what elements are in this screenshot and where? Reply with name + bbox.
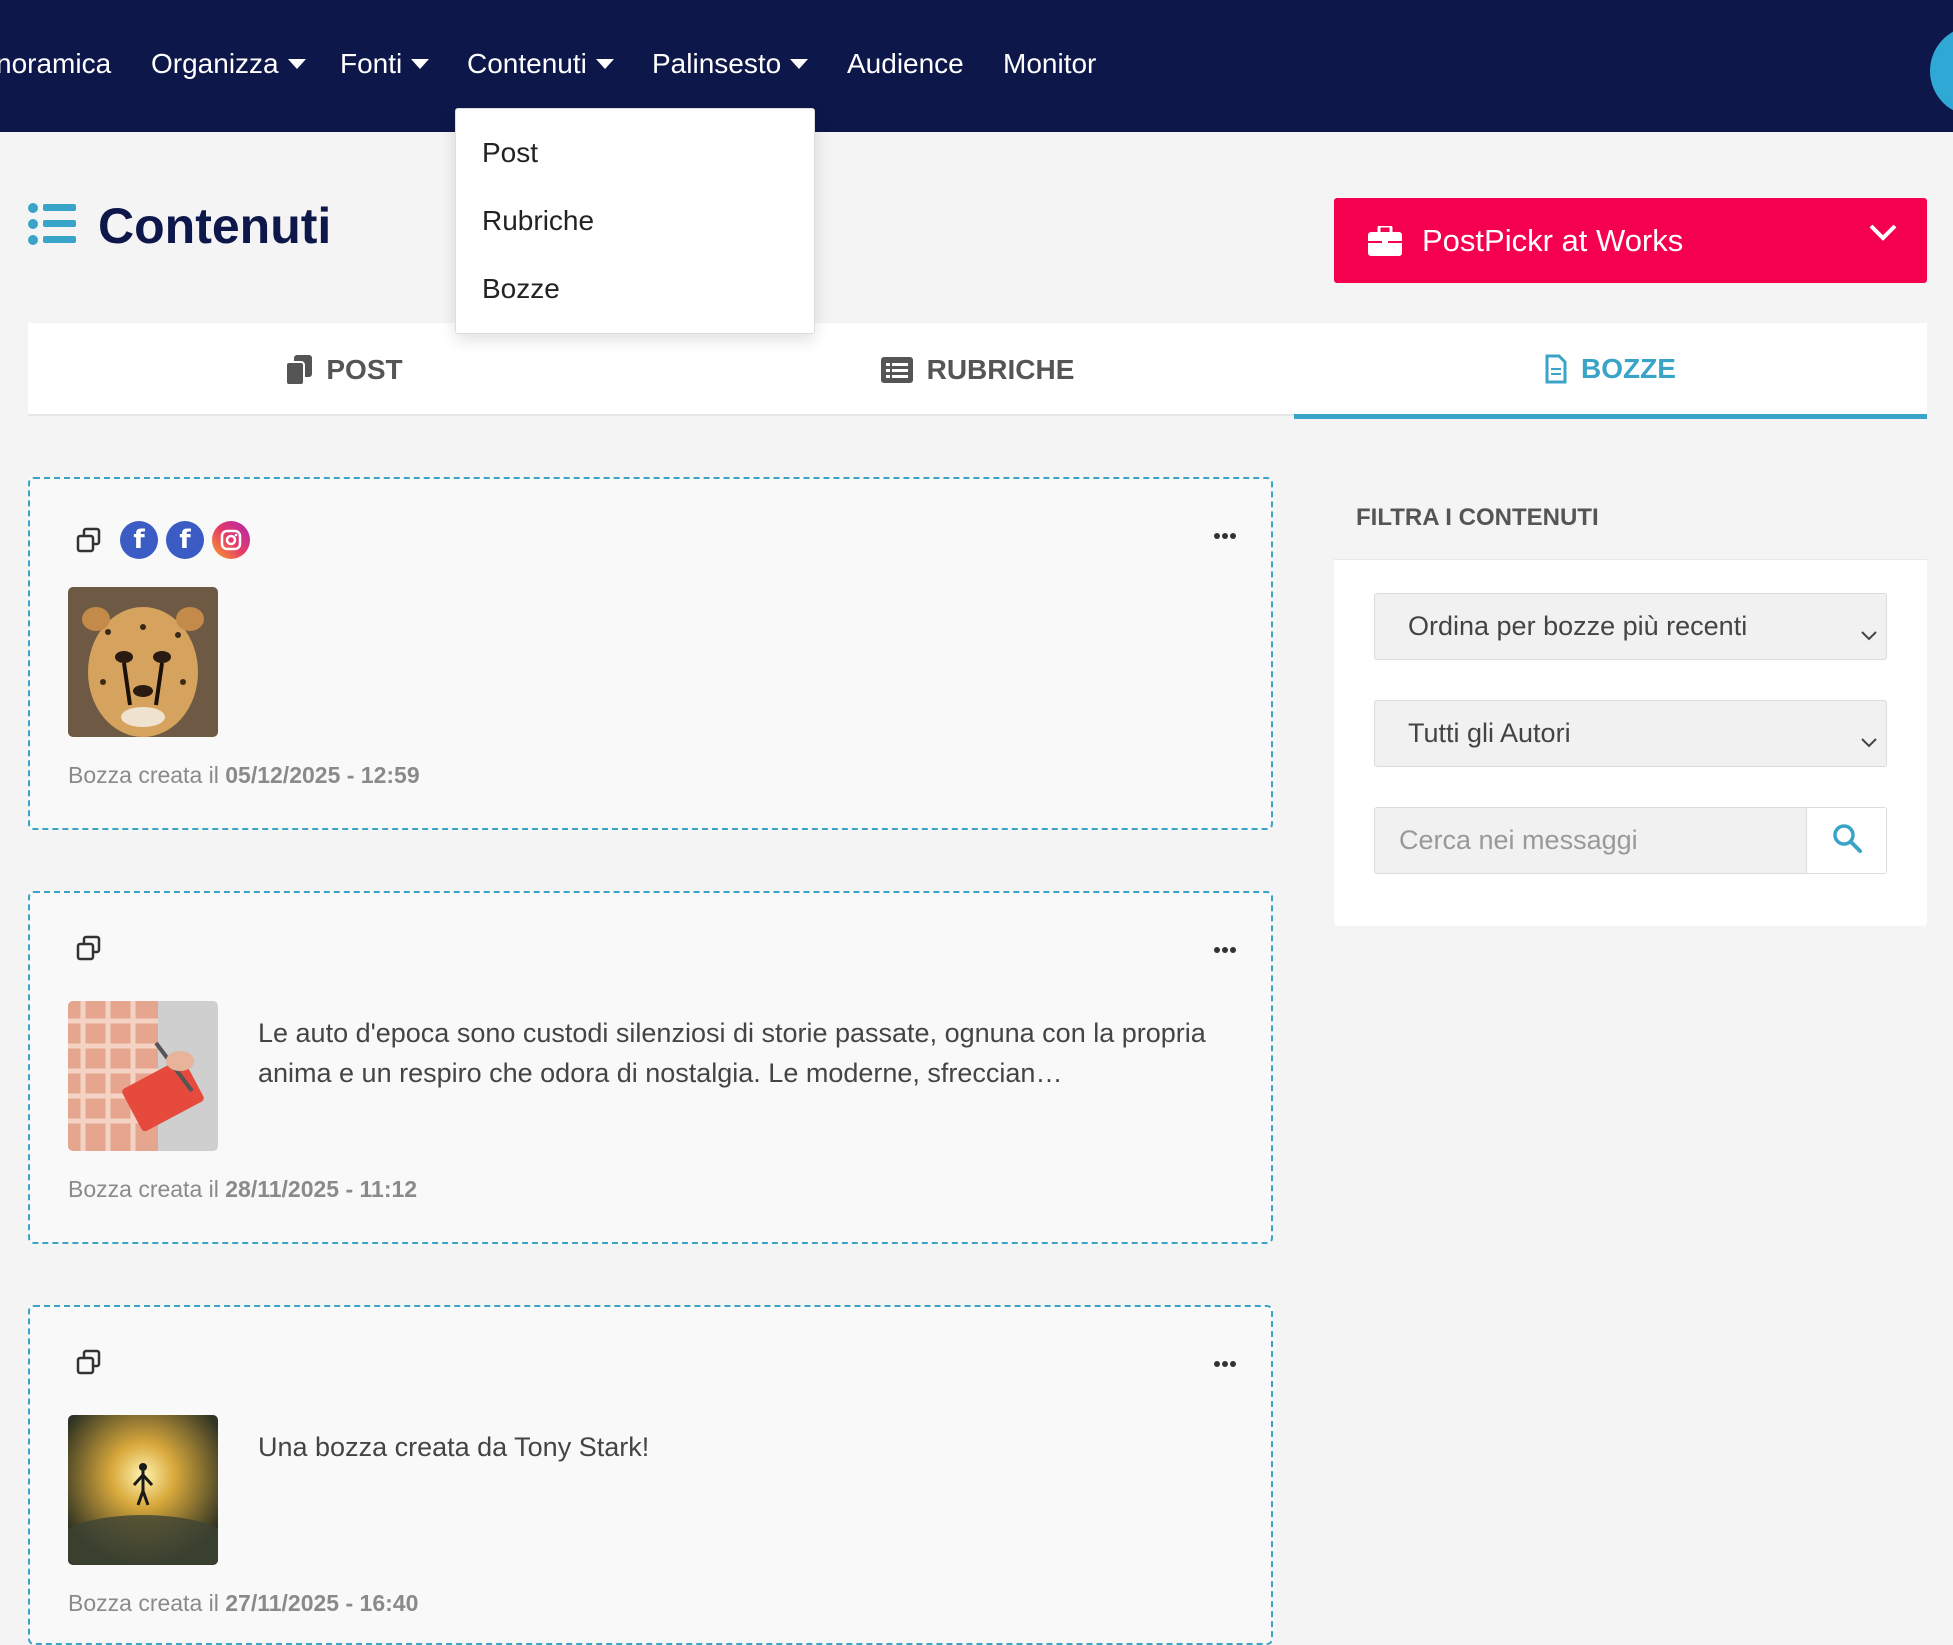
date-value: 05/12/2025 - 12:59 <box>225 762 420 788</box>
contenuti-dropdown-menu: Post Rubriche Bozze <box>455 108 815 334</box>
more-options-icon[interactable] <box>1213 941 1237 959</box>
nav-item-fonti[interactable]: Fonti <box>340 44 430 84</box>
card-icons <box>76 1349 112 1375</box>
sort-select-value: Ordina per bozze più recenti <box>1408 611 1748 641</box>
briefcase-icon <box>1368 225 1402 256</box>
facebook-icon: f <box>120 521 158 559</box>
file-icon <box>1545 354 1567 384</box>
filter-title: FILTRA I CONTENUTI <box>1334 477 1927 560</box>
draft-card[interactable]: Una bozza creata da Tony Stark! Bozza cr… <box>28 1305 1273 1645</box>
more-options-icon[interactable] <box>1213 1355 1237 1373</box>
facebook-icon: f <box>166 521 204 559</box>
nav-item-label: Monitor <box>1003 48 1097 79</box>
nav-item-palinsesto[interactable]: Palinsesto <box>652 44 809 84</box>
nav-item-label: Palinsesto <box>652 48 782 79</box>
caret-down-icon <box>411 59 430 69</box>
author-select[interactable]: Tutti gli Autori <box>1374 700 1887 767</box>
search-input[interactable] <box>1375 808 1807 873</box>
draft-thumbnail[interactable] <box>68 1001 218 1151</box>
draft-date: Bozza creata il 05/12/2025 - 12:59 <box>68 762 420 789</box>
company-name: PostPickr at Works <box>1422 222 1684 258</box>
avatar[interactable] <box>1930 26 1953 116</box>
date-prefix: Bozza creata il <box>68 1590 219 1616</box>
draft-thumbnail[interactable] <box>68 587 218 737</box>
duplicate-icon[interactable] <box>76 935 102 961</box>
chevron-down-icon <box>1869 224 1897 247</box>
dropdown-item-rubriche[interactable]: Rubriche <box>482 205 594 237</box>
duplicate-icon[interactable] <box>76 527 102 553</box>
nav-item-label: Organizza <box>151 48 279 79</box>
nav-item-audience[interactable]: Audience <box>847 44 964 84</box>
list-icon <box>28 202 76 250</box>
draft-text: Una bozza creata da Tony Stark! <box>258 1432 650 1462</box>
instagram-icon <box>212 521 250 559</box>
nav-item-contenuti[interactable]: Contenuti <box>467 44 614 84</box>
nav-item-label: noramica <box>0 48 112 79</box>
draft-date: Bozza creata il 28/11/2025 - 11:12 <box>68 1176 417 1203</box>
duplicate-icon[interactable] <box>76 1349 102 1375</box>
content-tabs: POST RUBRICHE BOZZE <box>28 323 1927 419</box>
caret-down-icon <box>595 59 614 69</box>
sort-select[interactable]: Ordina per bozze più recenti <box>1374 593 1887 660</box>
chevron-down-icon <box>1860 725 1878 756</box>
tab-post[interactable]: POST <box>28 323 661 416</box>
search-icon <box>1832 823 1862 858</box>
list-alt-icon <box>880 356 913 383</box>
tab-rubriche[interactable]: RUBRICHE <box>661 323 1294 416</box>
dropdown-item-bozze[interactable]: Bozze <box>482 273 560 305</box>
page-header: Contenuti <box>28 196 331 256</box>
date-prefix: Bozza creata il <box>68 762 219 788</box>
nav-item-label: Contenuti <box>467 48 587 79</box>
nav-item-organizza[interactable]: Organizza <box>151 44 306 84</box>
nav-item-monitor[interactable]: Monitor <box>1003 44 1096 84</box>
filter-panel: FILTRA I CONTENUTI Ordina per bozze più … <box>1334 477 1927 926</box>
nav-item-label: Fonti <box>340 48 403 79</box>
date-value: 28/11/2025 - 11:12 <box>225 1176 418 1202</box>
page-title: Contenuti <box>98 198 332 254</box>
nav-item-panoramica[interactable]: noramica <box>0 44 111 84</box>
tab-label: BOZZE <box>1581 352 1676 384</box>
caret-down-icon <box>790 59 809 69</box>
tab-label: POST <box>326 353 403 385</box>
search-button[interactable] <box>1806 808 1886 873</box>
draft-card[interactable]: f f Bozza creata il 05/12/2025 - 12:59 <box>28 477 1273 830</box>
tab-label: RUBRICHE <box>926 353 1075 385</box>
chevron-down-icon <box>1860 618 1878 649</box>
author-select-value: Tutti gli Autori <box>1408 718 1571 748</box>
search-group <box>1374 807 1887 874</box>
card-icons: f f <box>76 521 250 559</box>
draft-date: Bozza creata il 27/11/2025 - 16:40 <box>68 1590 418 1617</box>
company-selector[interactable]: PostPickr at Works <box>1334 198 1927 283</box>
draft-thumbnail[interactable] <box>68 1415 218 1565</box>
tab-bozze[interactable]: BOZZE <box>1294 323 1927 419</box>
date-value: 27/11/2025 - 16:40 <box>225 1590 419 1616</box>
draft-text: Le auto d'epoca sono custodi silenziosi … <box>258 1018 1206 1088</box>
copy-icon <box>286 354 313 385</box>
draft-card[interactable]: Le auto d'epoca sono custodi silenziosi … <box>28 891 1273 1244</box>
caret-down-icon <box>287 59 306 69</box>
top-navbar: noramica Organizza Fonti Contenuti Palin… <box>0 0 1953 132</box>
card-icons <box>76 935 112 961</box>
nav-item-label: Audience <box>847 48 964 79</box>
more-options-icon[interactable] <box>1213 527 1237 545</box>
dropdown-item-post[interactable]: Post <box>482 137 538 169</box>
date-prefix: Bozza creata il <box>68 1176 219 1202</box>
